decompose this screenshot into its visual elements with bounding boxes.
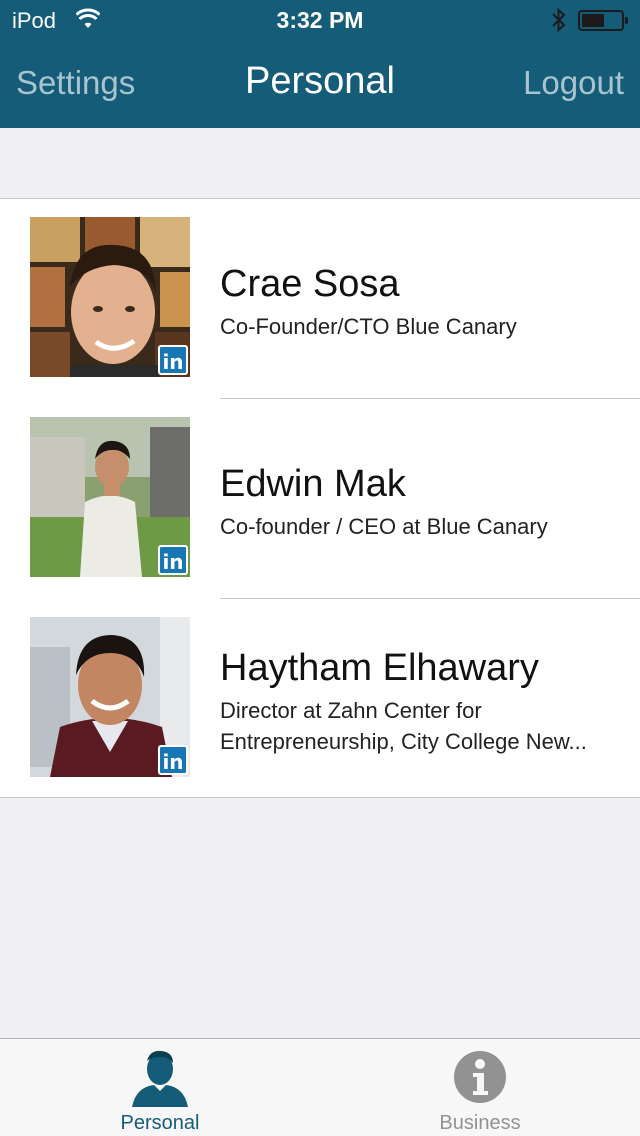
contact-title: Co-Founder/CTO Blue Canary <box>220 311 620 342</box>
contact-name: Haytham Elhawary <box>220 647 539 689</box>
list-item[interactable]: in Crae Sosa Co-Founder/CTO Blue Canary <box>0 199 640 399</box>
avatar: in <box>30 217 190 377</box>
list-item[interactable]: in Haytham Elhawary Director at Zahn Cen… <box>0 599 640 799</box>
contact-title-line: Entrepreneurship, City College New... <box>220 729 587 754</box>
linkedin-icon: in <box>158 545 188 575</box>
tab-label: Business <box>439 1112 521 1134</box>
contact-title: Co-founder / CEO at Blue Canary <box>220 511 620 542</box>
logout-button[interactable]: Logout <box>523 64 624 102</box>
person-icon <box>132 1050 188 1107</box>
battery-icon <box>578 10 628 31</box>
info-icon <box>454 1051 506 1103</box>
list-item[interactable]: in Edwin Mak Co-founder / CEO at Blue Ca… <box>0 399 640 599</box>
linkedin-icon: in <box>158 745 188 775</box>
contact-title-line: Co-Founder/CTO Blue Canary <box>220 314 517 339</box>
contact-title: Director at Zahn Center for Entrepreneur… <box>220 695 620 757</box>
linkedin-icon: in <box>158 345 188 375</box>
contact-list: in Crae Sosa Co-Founder/CTO Blue Canary … <box>0 198 640 798</box>
bluetooth-icon <box>552 7 566 33</box>
tab-personal[interactable]: Personal <box>0 1039 320 1136</box>
contact-title-line: Co-founder / CEO at Blue Canary <box>220 514 548 539</box>
status-time: 3:32 PM <box>276 7 364 33</box>
tab-bar: Personal Business <box>0 1038 640 1136</box>
avatar: in <box>30 417 190 577</box>
tab-label: Personal <box>120 1112 200 1134</box>
status-bar: iPod 3:32 PM <box>0 0 640 40</box>
navigation-header: iPod 3:32 PM Settings Personal Logout <box>0 0 640 128</box>
contact-name: Edwin Mak <box>220 463 406 505</box>
contact-name: Crae Sosa <box>220 263 400 305</box>
tab-business[interactable]: Business <box>320 1039 640 1136</box>
avatar: in <box>30 617 190 777</box>
contact-title-line: Director at Zahn Center for <box>220 698 482 723</box>
